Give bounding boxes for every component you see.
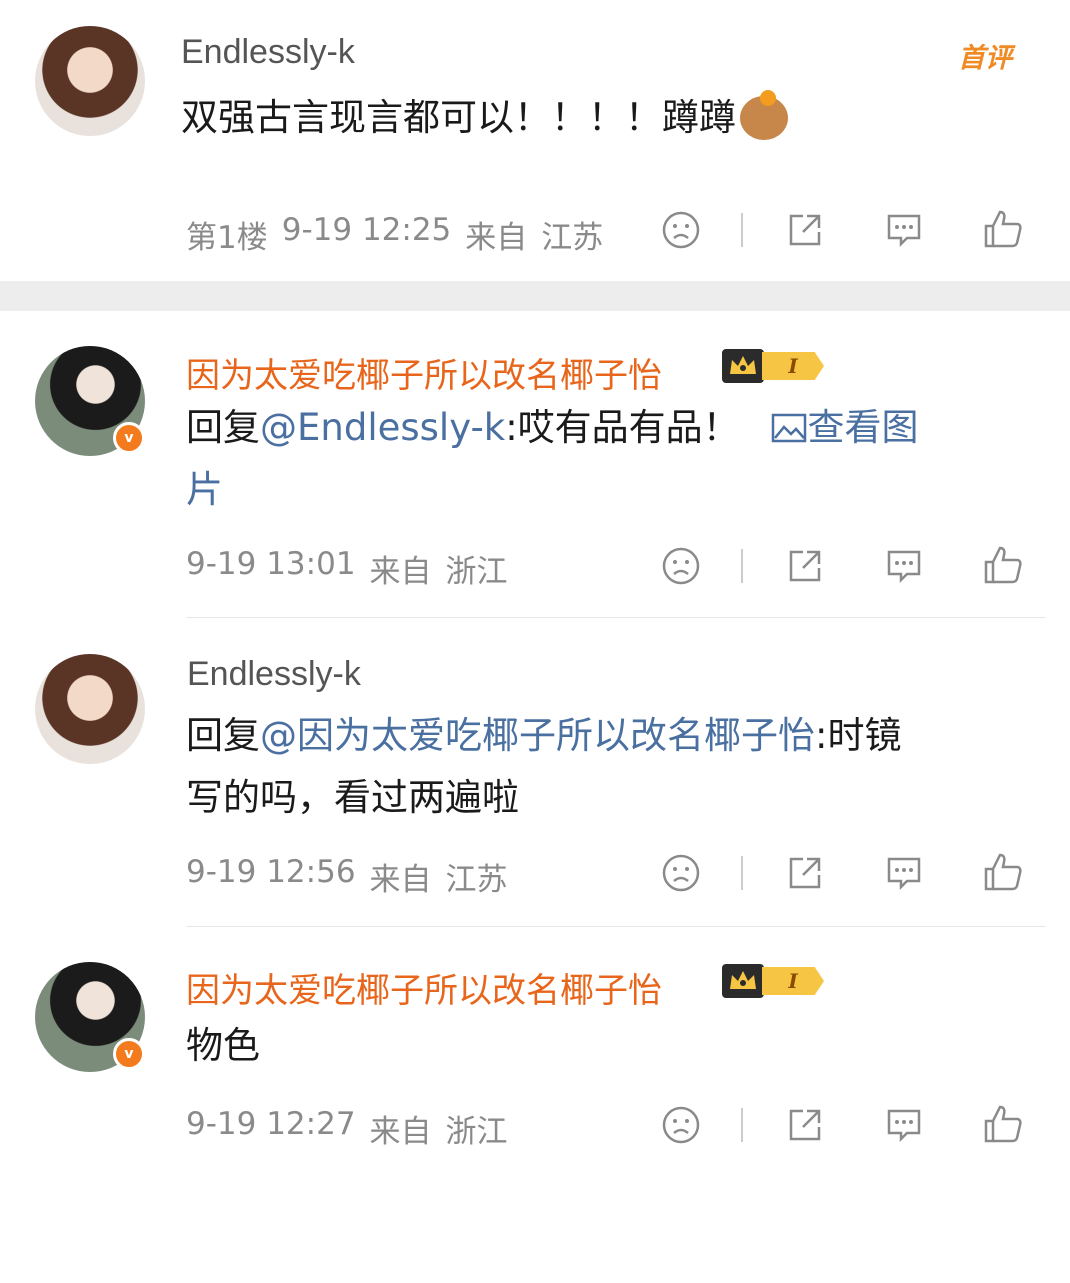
comment-icon[interactable] [883,853,925,893]
sad-face-icon[interactable] [661,546,701,586]
reply-text: :时镜 [815,714,902,757]
divider [741,856,743,890]
divider [741,213,743,247]
like-icon[interactable] [982,851,1024,893]
comment-text-line2: 写的吗，看过两遍啦 [186,776,519,819]
sad-face-icon[interactable] [661,210,701,250]
capybara-emoji-icon [740,90,788,140]
view-picture-label[interactable]: 查看图 [807,406,918,449]
avatar[interactable] [35,26,145,136]
level-tag: I [762,352,824,380]
comment-meta: 9-19 12:27 来自 浙江 [186,1106,508,1151]
row-divider [186,926,1046,927]
reply-prefix: 回复 [186,406,260,449]
like-icon[interactable] [982,1103,1024,1145]
divider [741,549,743,583]
share-icon[interactable] [785,210,825,250]
reply-prefix: 回复 [186,714,260,757]
divider [741,1108,743,1142]
crown-icon: I [722,964,824,998]
location: 江苏 [445,862,508,898]
timestamp: 9-19 12:27 [186,1106,356,1142]
username[interactable]: 因为太爱吃椰子所以改名椰子怡 [186,963,662,1012]
like-icon[interactable] [982,208,1024,250]
mention-link[interactable]: @Endlessly-k [260,406,505,449]
comment-meta: 9-19 12:56 来自 江苏 [186,854,508,899]
location: 江苏 [541,220,604,256]
timestamp: 9-19 12:56 [186,854,356,890]
view-picture-link[interactable]: 查看图 [771,406,918,449]
comment-text: 物色 [186,1024,260,1067]
sad-face-icon[interactable] [661,853,701,893]
crown-icon: I [722,349,824,383]
from-label: 来自 [465,220,528,256]
location: 浙江 [445,554,508,590]
share-icon[interactable] [785,1105,825,1145]
from-label: 来自 [369,554,432,590]
location: 浙江 [445,1114,508,1150]
comment-icon[interactable] [883,210,925,250]
first-comment-badge: 首评 [958,43,1012,74]
verified-icon: v [113,422,145,454]
username[interactable]: Endlessly-k [187,655,361,694]
username[interactable]: Endlessly-k [181,33,355,72]
like-icon[interactable] [982,544,1024,586]
sad-face-icon[interactable] [661,1105,701,1145]
row-divider [186,617,1046,618]
floor-label: 第1楼 [186,220,268,256]
reply-text: :哎有品有品！ [505,406,740,449]
section-divider [0,281,1070,311]
comment-icon[interactable] [883,546,925,586]
share-icon[interactable] [785,546,825,586]
comment-text-content: 双强古言现言都可以！！！！蹲蹲 [181,96,736,139]
timestamp: 9-19 12:25 [281,212,452,248]
avatar[interactable] [35,654,145,764]
share-icon[interactable] [785,853,825,893]
comment-text: 回复@Endlessly-k:哎有品有品！ 查看图 [186,397,1026,459]
comment-text: 回复@因为太爱吃椰子所以改名椰子怡:时镜 [186,705,1046,767]
image-icon [772,413,807,443]
comment-text: 双强古言现言都可以！！！！蹲蹲 [181,87,788,149]
mention-link[interactable]: @因为太爱吃椰子所以改名椰子怡 [260,714,815,757]
comment-meta: 第1楼 9-19 12:25 来自 江苏 [186,212,603,257]
username[interactable]: 因为太爱吃椰子所以改名椰子怡 [186,348,662,397]
from-label: 来自 [369,1114,432,1150]
comment-meta: 9-19 13:01 来自 浙江 [186,546,508,591]
timestamp: 9-19 13:01 [186,546,356,582]
verified-icon: v [113,1038,145,1070]
view-picture-link-wrap[interactable]: 片 [186,459,223,521]
level-tag: I [762,967,824,995]
from-label: 来自 [369,862,432,898]
comment-icon[interactable] [883,1105,925,1145]
